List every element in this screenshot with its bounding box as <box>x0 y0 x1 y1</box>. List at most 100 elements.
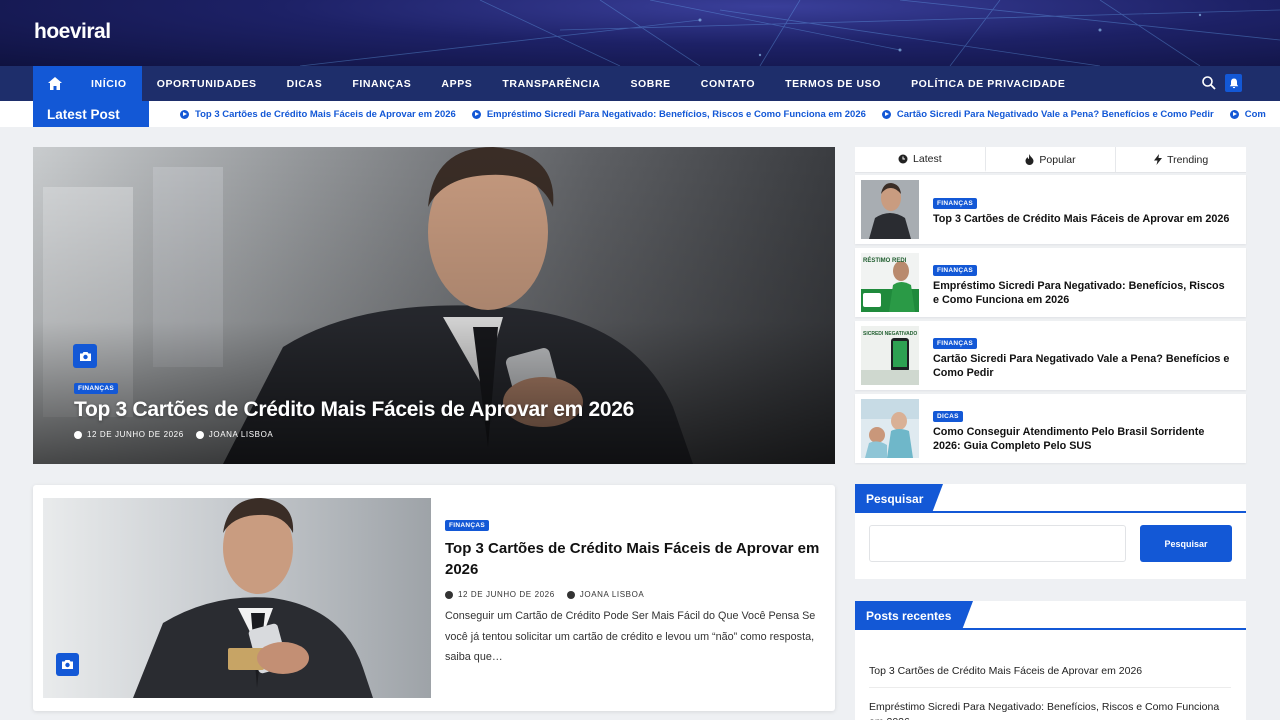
thumbnail-text: SICREDI NEGATIVADO <box>863 331 917 337</box>
post-card-image[interactable] <box>43 498 431 698</box>
tab-popular-label: Popular <box>1039 153 1076 166</box>
thumbnail-image: RÉSTIMO REDI <box>861 253 919 312</box>
post-thumbnail-image <box>43 498 431 698</box>
post-date[interactable]: 12 DE JUNHO DE 2026 <box>74 430 184 439</box>
hero-featured-post[interactable]: FINANÇAS Top 3 Cartões de Crédito Mais F… <box>33 147 835 464</box>
sidebar-post[interactable]: DICAS Como Conseguir Atendimento Pelo Br… <box>855 394 1246 463</box>
ticker-label: Latest Post <box>33 101 149 127</box>
ticker-item[interactable]: Cartão Sicredi Para Negativado Vale a Pe… <box>881 101 1214 127</box>
category-badge[interactable]: FINANÇAS <box>933 338 977 349</box>
post-card: FINANÇAS Top 3 Cartões de Crédito Mais F… <box>33 485 835 711</box>
tab-latest[interactable]: Latest <box>855 147 986 172</box>
recent-posts-title: Posts recentes <box>855 601 973 630</box>
post-card-title[interactable]: Top 3 Cartões de Crédito Mais Fáceis de … <box>445 538 825 580</box>
arrow-circle-icon <box>881 109 891 119</box>
clock-icon <box>898 154 908 163</box>
sidebar-post-thumbnail[interactable]: RÉSTIMO REDI <box>861 253 919 312</box>
post-author-text[interactable]: JOANA LISBOA <box>580 590 645 599</box>
nav-item-contato[interactable]: CONTATO <box>686 66 770 101</box>
tab-popular[interactable]: Popular <box>986 147 1117 172</box>
recent-post-link[interactable]: Empréstimo Sicredi Para Negativado: Bene… <box>869 700 1229 720</box>
banner-network-graphic <box>299 0 1280 66</box>
ticker-item-link[interactable]: Top 3 Cartões de Crédito Mais Fáceis de … <box>195 109 456 120</box>
thumbnail-text: RÉSTIMO REDI <box>863 256 907 264</box>
category-badge[interactable]: DICAS <box>933 411 963 422</box>
nav-item-termos[interactable]: TERMOS DE USO <box>770 66 896 101</box>
arrow-circle-icon <box>1229 109 1239 119</box>
nav-item-privacidade[interactable]: POLÍTICA DE PRIVACIDADE <box>896 66 1080 101</box>
tab-latest-label: Latest <box>913 152 942 165</box>
recent-posts-widget: Posts recentes Top 3 Cartões de Crédito … <box>855 601 1246 720</box>
tab-trending[interactable]: Trending <box>1116 147 1246 172</box>
ticker-item-link[interactable]: Empréstimo Sicredi Para Negativado: Bene… <box>487 109 866 120</box>
ticker-item[interactable]: Com <box>1229 101 1266 127</box>
sidebar-post-title[interactable]: Top 3 Cartões de Crédito Mais Fáceis de … <box>933 212 1233 226</box>
fire-icon <box>1025 154 1034 165</box>
search-widget: Pesquisar Pesquisar <box>855 484 1246 579</box>
post-date[interactable]: 12 DE JUNHO DE 2026 <box>445 590 555 599</box>
category-badge[interactable]: FINANÇAS <box>933 198 977 209</box>
camera-icon <box>56 653 79 676</box>
bolt-icon <box>1154 154 1163 165</box>
hero-post-title[interactable]: Top 3 Cartões de Crédito Mais Fáceis de … <box>74 398 634 422</box>
user-icon <box>195 430 204 439</box>
category-badge[interactable]: FINANÇAS <box>933 265 977 276</box>
nav-item-sobre[interactable]: SOBRE <box>615 66 685 101</box>
sidebar-post[interactable]: FINANÇAS Top 3 Cartões de Crédito Mais F… <box>855 175 1246 244</box>
nav-item-apps[interactable]: APPS <box>426 66 487 101</box>
nav-item-dicas[interactable]: DICAS <box>272 66 338 101</box>
search-widget-header: Pesquisar <box>855 484 1246 513</box>
search-icon[interactable] <box>1201 75 1217 91</box>
post-date-text[interactable]: 12 DE JUNHO DE 2026 <box>458 590 555 599</box>
search-button[interactable]: Pesquisar <box>1140 525 1232 562</box>
thumbnail-image <box>861 180 919 239</box>
post-card-meta: 12 DE JUNHO DE 2026 JOANA LISBOA <box>445 590 644 599</box>
sidebar-post-title[interactable]: Como Conseguir Atendimento Pelo Brasil S… <box>933 425 1233 453</box>
post-author[interactable]: JOANA LISBOA <box>195 430 274 439</box>
post-author-text[interactable]: JOANA LISBOA <box>209 430 274 439</box>
search-widget-title: Pesquisar <box>855 484 943 513</box>
ticker-item[interactable]: Empréstimo Sicredi Para Negativado: Bene… <box>471 101 866 127</box>
ticker-item[interactable]: Top 3 Cartões de Crédito Mais Fáceis de … <box>180 101 456 127</box>
sidebar-post-thumbnail[interactable] <box>861 180 919 239</box>
post-date-text[interactable]: 12 DE JUNHO DE 2026 <box>87 430 184 439</box>
nav-home-button[interactable] <box>33 66 76 101</box>
category-badge[interactable]: FINANÇAS <box>74 383 118 394</box>
post-author[interactable]: JOANA LISBOA <box>566 590 645 599</box>
thumbnail-image: SICREDI NEGATIVADO <box>861 326 919 385</box>
recent-post-link[interactable]: Top 3 Cartões de Crédito Mais Fáceis de … <box>869 664 1229 679</box>
thumbnail-image <box>861 399 919 458</box>
home-icon <box>47 77 62 90</box>
nav-item-transparencia[interactable]: TRANSPARÊNCIA <box>487 66 615 101</box>
sidebar-post[interactable]: RÉSTIMO REDI FINANÇAS Empréstimo Sicredi… <box>855 248 1246 317</box>
bell-icon <box>1229 78 1238 88</box>
divider <box>869 687 1231 688</box>
category-badge[interactable]: FINANÇAS <box>445 520 489 531</box>
hero-post-meta: 12 DE JUNHO DE 2026 JOANA LISBOA <box>74 430 273 439</box>
post-card-excerpt: Conseguir um Cartão de Crédito Pode Ser … <box>445 610 816 663</box>
sidebar-post-thumbnail[interactable] <box>861 399 919 458</box>
subscribe-button[interactable] <box>1225 74 1242 92</box>
ticker-item-link[interactable]: Cartão Sicredi Para Negativado Vale a Pe… <box>897 109 1214 120</box>
camera-icon <box>73 344 97 368</box>
header-banner: hoeviral <box>0 0 1280 66</box>
arrow-circle-icon <box>180 109 189 119</box>
search-input[interactable] <box>869 525 1126 562</box>
tab-trending-label: Trending <box>1167 153 1209 166</box>
sidebar-post-title[interactable]: Cartão Sicredi Para Negativado Vale a Pe… <box>933 352 1233 380</box>
clock-icon <box>74 430 82 439</box>
sidebar-tabs: Latest Popular Trending <box>855 147 1246 173</box>
latest-post-ticker: Latest Post Top 3 Cartões de Crédito Mai… <box>0 101 1280 127</box>
nav-item-oportunidades[interactable]: OPORTUNIDADES <box>142 66 272 101</box>
main-nav: INÍCIO OPORTUNIDADES DICAS FINANÇAS APPS… <box>0 66 1280 101</box>
site-logo[interactable]: hoeviral <box>34 20 111 44</box>
nav-item-financas[interactable]: FINANÇAS <box>337 66 426 101</box>
sidebar-post-thumbnail[interactable]: SICREDI NEGATIVADO <box>861 326 919 385</box>
nav-item-inicio[interactable]: INÍCIO <box>76 66 142 101</box>
user-icon <box>566 590 575 599</box>
sidebar-post-title[interactable]: Empréstimo Sicredi Para Negativado: Bene… <box>933 279 1233 307</box>
ticker-item-link[interactable]: Com <box>1245 109 1266 120</box>
clock-icon <box>445 590 453 599</box>
arrow-circle-icon <box>471 109 481 119</box>
sidebar-post[interactable]: SICREDI NEGATIVADO FINANÇAS Cartão Sicre… <box>855 321 1246 390</box>
